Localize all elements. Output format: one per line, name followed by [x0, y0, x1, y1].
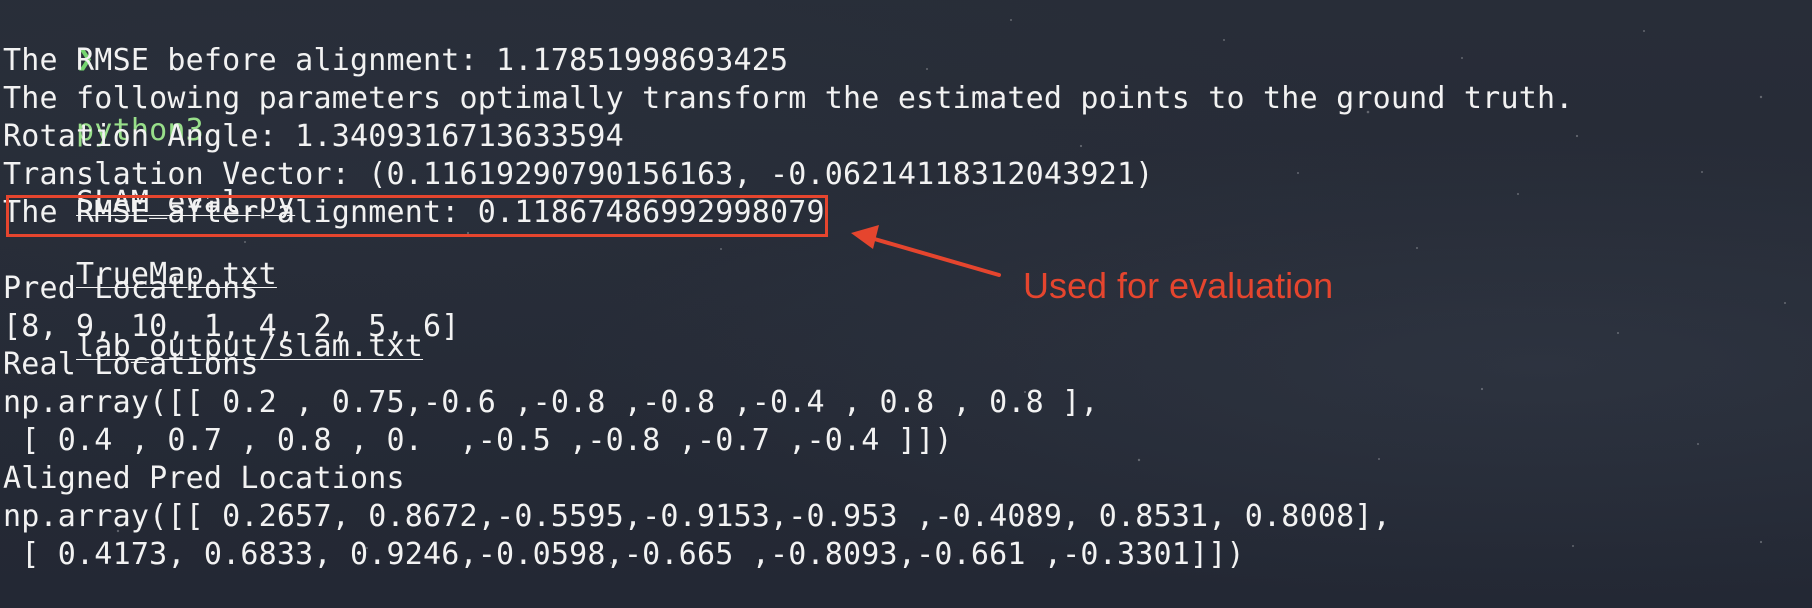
- annotation-arrow-icon: [851, 225, 1001, 277]
- output-line: np.array([[ 0.2657, 0.8672,-0.5595,-0.91…: [3, 499, 1391, 534]
- evaluation-annotation: Used for evaluation: [1023, 265, 1334, 306]
- output-line: Rotation Angle: 1.3409316713633594: [3, 119, 624, 154]
- terminal-window: ❯ python3 SLAM_eval.py TrueMap.txt lab_o…: [3, 0, 1809, 608]
- output-line: The RMSE before alignment: 1.17851998693…: [3, 43, 789, 78]
- output-line: Real Locations: [3, 347, 259, 382]
- output-line: Pred Locations: [3, 271, 259, 306]
- output-line: The following parameters optimally trans…: [3, 81, 1574, 116]
- output-line: [ 0.4 , 0.7 , 0.8 , 0. ,-0.5 ,-0.8 ,-0.7…: [3, 423, 953, 458]
- output-line: np.array([[ 0.2 , 0.75,-0.6 ,-0.8 ,-0.8 …: [3, 385, 1099, 420]
- output-line: Translation Vector: (0.11619290790156163…: [3, 157, 1154, 192]
- output-line: [8, 9, 10, 1, 4, 2, 5, 6]: [3, 309, 460, 344]
- output-line: Aligned Pred Locations: [3, 461, 405, 496]
- rmse-highlight-box: [6, 195, 828, 237]
- output-line: [ 0.4173, 0.6833, 0.9246,-0.0598,-0.665 …: [3, 537, 1245, 572]
